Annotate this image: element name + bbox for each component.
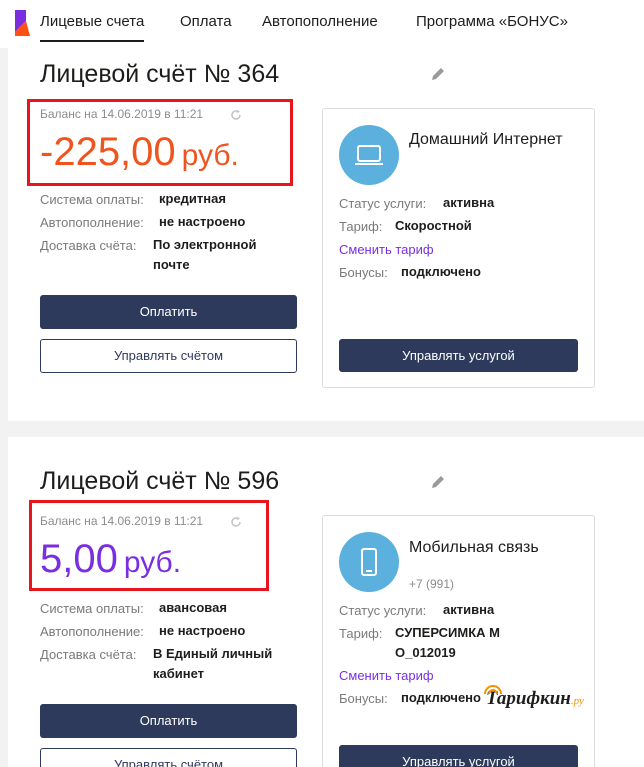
tarifkin-watermark: Тарифкин.ру bbox=[484, 685, 584, 710]
balance-label: Баланс на 14.06.2019 в 11:21 bbox=[40, 107, 204, 121]
balance-amount: 5,00 руб. bbox=[40, 539, 181, 579]
bonus-value: подключено bbox=[401, 264, 481, 279]
balance-amount: -225,00 руб. bbox=[40, 132, 239, 172]
payment-system-value: авансовая bbox=[159, 600, 227, 615]
service-name: Мобильная связь bbox=[409, 539, 539, 556]
pencil-edit-icon[interactable] bbox=[430, 66, 446, 82]
service-card-mobile: Мобильная связь +7 (991) Статус услуги: … bbox=[322, 515, 595, 767]
nav-item-autopay[interactable]: Автопополнение bbox=[262, 13, 378, 30]
watermark-suffix: .ру bbox=[570, 695, 584, 707]
payment-system-value: кредитная bbox=[159, 191, 226, 206]
balance-currency: руб. bbox=[181, 139, 239, 172]
delivery-label: Доставка счёта: bbox=[40, 647, 137, 662]
service-name: Домашний Интернет bbox=[409, 131, 563, 148]
account-card-1: Лицевой счёт № 364 Баланс на 14.06.2019 … bbox=[8, 48, 644, 421]
delivery-value: В Единый личный кабинет bbox=[153, 646, 273, 681]
nav-item-payment[interactable]: Оплата bbox=[180, 13, 232, 30]
laptop-icon bbox=[355, 145, 383, 165]
tariff-label: Тариф: bbox=[339, 219, 383, 234]
service-card-internet: Домашний Интернет Статус услуги: активна… bbox=[322, 108, 595, 388]
manage-account-button[interactable]: Управлять счётом bbox=[40, 339, 297, 373]
autopay-value: не настроено bbox=[159, 623, 246, 638]
balance-value: 5,00 bbox=[40, 537, 118, 581]
payment-system-label: Система оплаты: bbox=[40, 601, 144, 616]
service-status-label: Статус услуги: bbox=[339, 603, 427, 618]
manage-account-button[interactable]: Управлять счётом bbox=[40, 748, 297, 767]
rostelecom-logo-icon[interactable] bbox=[6, 8, 34, 38]
manage-service-button[interactable]: Управлять услугой bbox=[339, 745, 578, 767]
balance-currency: руб. bbox=[123, 546, 182, 579]
autopay-label: Автопополнение: bbox=[40, 624, 144, 639]
delivery-value: По электронной почте bbox=[153, 237, 257, 272]
change-tariff-link[interactable]: Сменить тариф bbox=[339, 242, 434, 257]
service-status-value: активна bbox=[443, 602, 495, 617]
payment-system-label: Система оплаты: bbox=[40, 192, 144, 207]
autopay-label: Автопополнение: bbox=[40, 215, 144, 230]
delivery-label: Доставка счёта: bbox=[40, 238, 137, 253]
balance-label: Баланс на 14.06.2019 в 11:21 bbox=[40, 514, 204, 528]
pay-button[interactable]: Оплатить bbox=[40, 295, 297, 329]
bonus-label: Бонусы: bbox=[339, 691, 388, 706]
pencil-edit-icon[interactable] bbox=[430, 474, 446, 490]
service-status-value: активна bbox=[443, 195, 495, 210]
change-tariff-link[interactable]: Сменить тариф bbox=[339, 668, 434, 683]
refresh-icon[interactable] bbox=[230, 109, 242, 121]
top-nav: Лицевые счета Оплата Автопополнение Прог… bbox=[0, 0, 644, 48]
bonus-value: подключено bbox=[401, 690, 481, 705]
balance-value: -225,00 bbox=[40, 130, 176, 174]
nav-item-bonus-program[interactable]: Программа «БОНУС» bbox=[416, 13, 568, 30]
tariff-label: Тариф: bbox=[339, 626, 383, 641]
bonus-label: Бонусы: bbox=[339, 265, 388, 280]
manage-service-button[interactable]: Управлять услугой bbox=[339, 339, 578, 372]
refresh-icon[interactable] bbox=[230, 516, 242, 528]
tariff-value: Скоростной bbox=[395, 218, 472, 233]
autopay-value: не настроено bbox=[159, 214, 246, 229]
nav-item-accounts[interactable]: Лицевые счета bbox=[40, 13, 145, 42]
service-phone-number: +7 (991) bbox=[409, 577, 455, 591]
service-icon-circle bbox=[339, 125, 399, 185]
account-card-2: Лицевой счёт № 596 Баланс на 14.06.2019 … bbox=[8, 437, 644, 767]
account-title: Лицевой счёт № 596 bbox=[40, 467, 280, 495]
account-title: Лицевой счёт № 364 bbox=[40, 60, 280, 88]
tariff-value: СУПЕРСИМКА М О_012019 bbox=[395, 625, 500, 660]
service-icon-circle bbox=[339, 532, 399, 592]
mobile-phone-icon bbox=[361, 548, 377, 576]
service-status-label: Статус услуги: bbox=[339, 196, 427, 211]
signal-arc-icon bbox=[484, 685, 502, 695]
pay-button[interactable]: Оплатить bbox=[40, 704, 297, 738]
